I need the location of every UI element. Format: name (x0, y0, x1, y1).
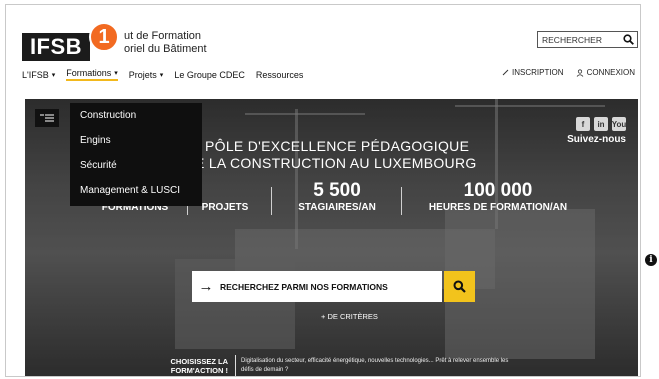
nav-item-label: Formations (66, 68, 112, 78)
nav-item-ressources[interactable]: Ressources (256, 70, 304, 80)
dropdown-item-engins[interactable]: Engins (70, 128, 202, 153)
inscription-label: INSCRIPTION (512, 68, 564, 77)
linkedin-icon[interactable]: in (594, 117, 608, 131)
account-nav: INSCRIPTION CONNEXION (502, 68, 640, 77)
headline-line1: PÔLE D'EXCELLENCE PÉDAGOGIQUE (205, 138, 470, 154)
connexion-link[interactable]: CONNEXION (576, 68, 635, 77)
nav-item-formations[interactable]: Formations ▾ (66, 68, 118, 81)
menu-toggle[interactable] (35, 109, 59, 127)
nav-item-projets[interactable]: Projets ▾ (129, 70, 164, 80)
stat-divider (401, 187, 402, 215)
facebook-icon[interactable]: f (576, 117, 590, 131)
stat-projets: PROJETS (195, 181, 255, 213)
caret-down-icon: ▾ (114, 70, 118, 77)
hero-bottom-strip: CHOISISSEZ LA FORM'ACTION ! Digitalisati… (25, 355, 638, 376)
stat-label: STAGIAIRES/AN (298, 202, 376, 213)
nav-item-label: Le Groupe CDEC (174, 69, 245, 80)
stat-number: 100 000 (463, 180, 533, 201)
browser-frame: IFSB 1 ut de Formation oriel du Bâtiment… (5, 4, 641, 377)
course-search-input[interactable] (220, 281, 442, 292)
course-search: → (192, 271, 442, 302)
search-icon (453, 280, 466, 293)
step-badge: 1 (89, 22, 119, 52)
connexion-label: CONNEXION (586, 68, 636, 77)
logo-text: IFSB (29, 34, 83, 59)
more-criteria-link[interactable]: + DE CRITÈRES (321, 312, 378, 321)
stat-number (195, 181, 255, 201)
ifsb-logo[interactable]: IFSB (22, 33, 90, 61)
nav-item-label: Projets (128, 69, 157, 80)
caret-down-icon: ▾ (159, 71, 164, 79)
nav-item-label: Ressources (255, 69, 304, 80)
caret-down-icon: ▾ (51, 71, 56, 79)
dropdown-item-management[interactable]: Management & LUSCI (70, 178, 202, 203)
org-name: ut de Formation oriel du Bâtiment (124, 30, 207, 56)
hero-headline: PÔLE D'EXCELLENCE PÉDAGOGIQUE E LA CONST… (195, 138, 477, 172)
dropdown-item-construction[interactable]: Construction (70, 103, 202, 128)
arrow-right-icon: → (198, 278, 214, 295)
nav-item-label: L'IFSB (22, 69, 49, 80)
formations-dropdown: Construction Engins Sécurité Management … (70, 103, 202, 206)
menu-icon (40, 114, 54, 122)
course-search-button[interactable] (444, 271, 475, 302)
headline-line2: E LA CONSTRUCTION AU LUXEMBOURG (195, 155, 477, 171)
stat-heures: 100 000 HEURES DE FORMATION/AN (418, 180, 578, 214)
user-icon (576, 68, 583, 77)
nav-item-groupe-cdec[interactable]: Le Groupe CDEC (174, 70, 245, 80)
search-icon[interactable] (620, 32, 637, 47)
youtube-icon[interactable]: You (612, 117, 626, 131)
follow-us-label: Suivez-nous (567, 134, 626, 145)
choose-formation-title: CHOISISSEZ LA FORM'ACTION ! (170, 357, 228, 375)
org-name-line1: ut de Formation (124, 30, 202, 42)
inscription-link[interactable]: INSCRIPTION (502, 68, 564, 77)
pencil-icon (502, 69, 509, 76)
stat-stagiaires: 5 500 STAGIAIRES/AN (287, 180, 387, 214)
stat-number: 5 500 (313, 180, 361, 201)
header-search-input[interactable] (538, 32, 620, 47)
social-links: f in You (576, 117, 626, 131)
header-search (537, 31, 638, 48)
dropdown-item-securite[interactable]: Sécurité (70, 153, 202, 178)
org-name-line2: oriel du Bâtiment (124, 43, 207, 55)
choose-formation-desc: Digitalisation du secteur, efficacité én… (241, 358, 509, 373)
main-nav: L'IFSB ▾ Formations ▾ Projets ▾ Le Group… (22, 68, 314, 81)
stat-label: HEURES DE FORMATION/AN (428, 202, 568, 213)
nav-item-ifsb[interactable]: L'IFSB ▾ (22, 70, 55, 80)
stat-divider (271, 187, 272, 215)
bottom-divider (235, 355, 236, 376)
stat-label: PROJETS (201, 202, 249, 213)
info-icon[interactable]: i (645, 254, 657, 266)
